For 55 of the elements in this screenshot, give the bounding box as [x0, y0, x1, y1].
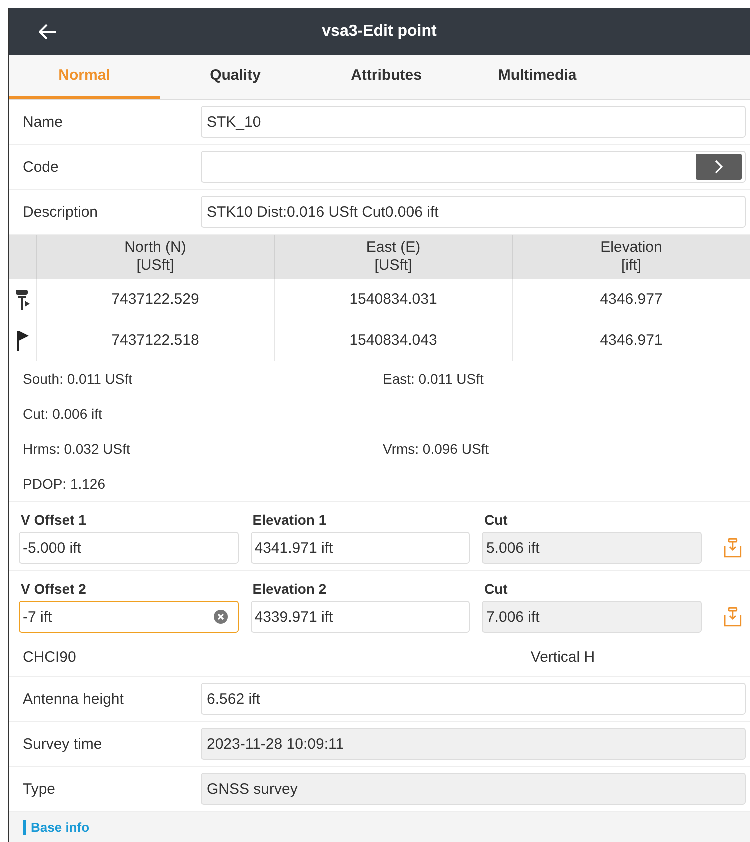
column-unit: [USft] [136, 257, 174, 275]
table-cell: 4346.971 [600, 332, 663, 349]
table-cell: 4346.977 [600, 291, 663, 308]
tab[interactable]: Quality [160, 55, 311, 99]
info-text: PDOP: 1.126 [23, 476, 106, 492]
table-cell: 7437122.529 [112, 291, 200, 308]
input-field[interactable]: 4341.971 ift [250, 532, 470, 564]
field-label: Name [23, 114, 64, 130]
info-text: Cut: 0.006 ift [23, 406, 104, 422]
input-field[interactable]: STK10 Dist:0.016 USft Cut0.006 ift [201, 196, 746, 228]
info-text: Vrms: 0.096 USft [383, 440, 490, 456]
field-label: Code [23, 158, 60, 176]
field-label: Description [23, 204, 100, 220]
field-label: Type [23, 780, 57, 798]
info-text: East: 0.011 USft [383, 370, 485, 386]
input-field[interactable]: -5.000 ift [19, 532, 239, 564]
field-label: Cut [484, 581, 509, 597]
back-arrow-icon [39, 24, 57, 40]
info-text: Hrms: 0.032 USft [23, 440, 132, 456]
table-cell: 7437122.518 [112, 332, 200, 349]
field-label: V Offset 2 [21, 581, 88, 597]
input-field: 7.006 ift [482, 601, 702, 633]
clear-icon[interactable] [214, 610, 228, 624]
column-header: Elevation [600, 239, 662, 257]
field-label: Elevation 1 [252, 512, 328, 528]
field-label: Cut [484, 512, 509, 528]
input-field: 2023-11-28 10:09:11 [201, 728, 746, 760]
section-title: Base info [23, 820, 90, 834]
input-field: 5.006 ift [482, 532, 702, 564]
tab[interactable]: Attributes [311, 55, 462, 99]
input-field[interactable]: 4339.971 ift [250, 601, 470, 633]
column-unit: [ift] [621, 257, 642, 275]
antenna-model: CHCI90 [23, 649, 78, 666]
chevron-right-icon [714, 160, 724, 174]
field-label: Antenna height [23, 690, 125, 708]
info-text: South: 0.011 USft [23, 370, 134, 386]
input-field[interactable]: 6.562 ift [201, 683, 746, 715]
code-field[interactable] [201, 151, 746, 183]
input-field: GNSS survey [201, 773, 746, 805]
field-label: Elevation 2 [252, 581, 328, 597]
input-field[interactable]: STK_10 [201, 106, 746, 138]
column-unit: [USft] [374, 257, 412, 275]
table-cell: 1540834.043 [350, 332, 438, 349]
table-cell: 1540834.031 [350, 291, 438, 308]
next-button[interactable] [696, 154, 742, 180]
screen-title: vsa3-Edit point [321, 22, 438, 40]
field-label: Survey time [23, 736, 104, 752]
gnss-receiver-icon [14, 288, 30, 310]
column-header: North (N) [124, 239, 186, 257]
antenna-mode: Vertical H [530, 649, 596, 666]
tab[interactable]: Multimedia [462, 55, 613, 99]
column-header: East (E) [366, 239, 421, 257]
field-label: V Offset 1 [21, 512, 88, 528]
flag-icon [16, 330, 30, 352]
input-field[interactable]: -7 ift [19, 601, 239, 633]
